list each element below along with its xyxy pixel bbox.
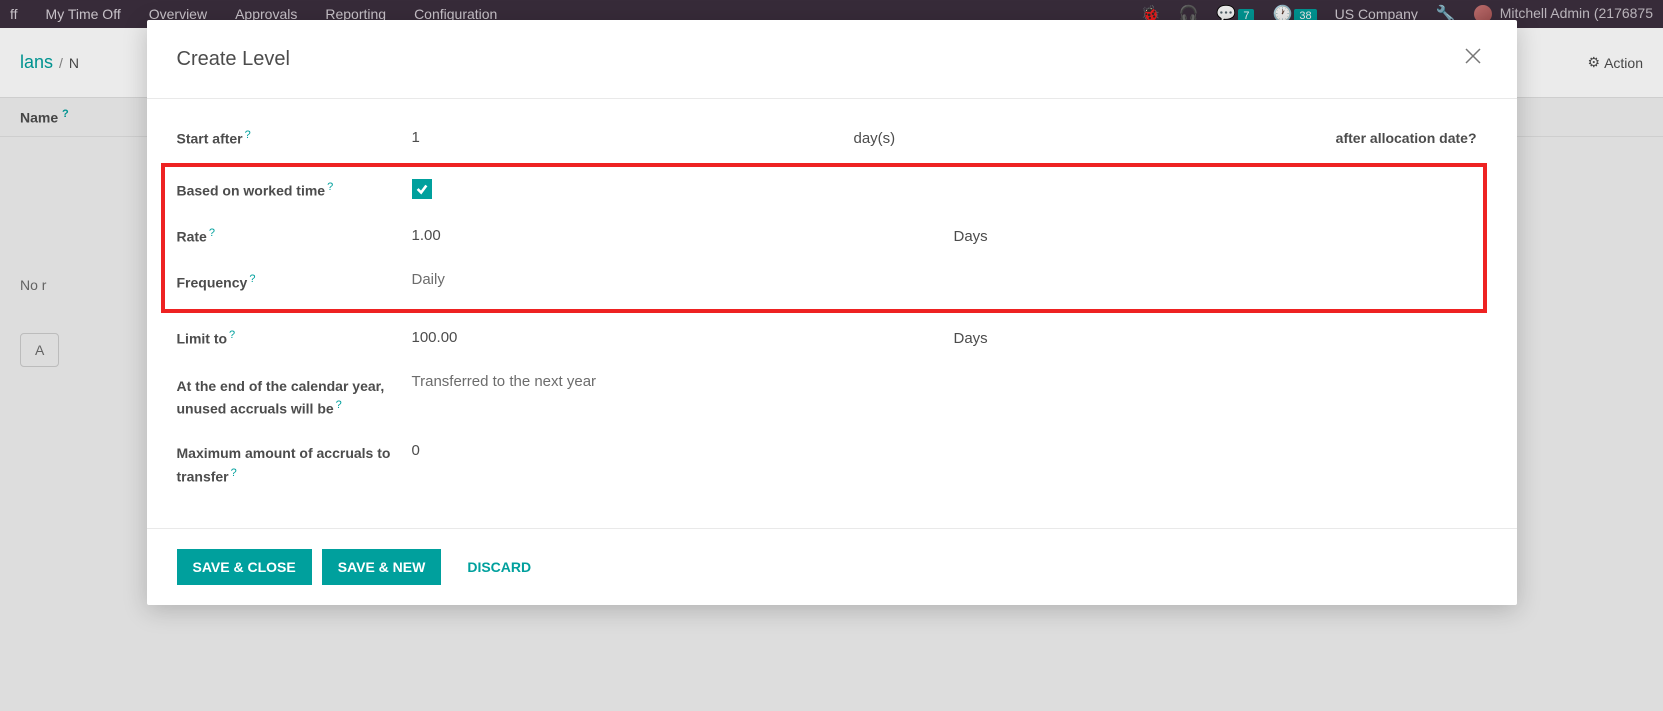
- save-close-button[interactable]: Save & Close: [177, 549, 312, 585]
- help-icon[interactable]: ?: [229, 329, 235, 341]
- rate-input[interactable]: [412, 225, 942, 247]
- modal-header: Create Level: [147, 20, 1517, 99]
- close-button[interactable]: [1459, 42, 1487, 76]
- worked-time-value: [412, 179, 1483, 199]
- limit-label-text: Limit to: [177, 331, 228, 347]
- help-icon[interactable]: ?: [1468, 130, 1477, 146]
- worked-time-label-text: Based on worked time: [177, 183, 326, 199]
- help-icon[interactable]: ?: [249, 273, 255, 285]
- max-transfer-label-text: Maximum amount of accruals to transfer: [177, 445, 391, 484]
- max-transfer-label: Maximum amount of accruals to transfer?: [177, 440, 412, 487]
- close-icon: [1463, 46, 1483, 66]
- create-level-modal: Create Level Start after? day(s) after a…: [147, 20, 1517, 605]
- start-after-label-text: Start after: [177, 131, 243, 147]
- year-end-row: At the end of the calendar year, unused …: [177, 363, 1487, 430]
- start-after-row: Start after? day(s) after allocation dat…: [177, 117, 1487, 163]
- help-icon[interactable]: ?: [245, 129, 251, 141]
- modal-overlay: Create Level Start after? day(s) after a…: [0, 0, 1663, 711]
- help-icon[interactable]: ?: [209, 227, 215, 239]
- rate-value-group: Days: [412, 225, 1483, 247]
- limit-input[interactable]: [412, 327, 942, 349]
- help-icon[interactable]: ?: [327, 181, 333, 193]
- rate-label-text: Rate: [177, 229, 207, 245]
- worked-time-checkbox[interactable]: [412, 179, 432, 199]
- modal-title: Create Level: [177, 48, 290, 71]
- worked-time-row: Based on worked time?: [177, 169, 1483, 215]
- help-icon[interactable]: ?: [231, 467, 237, 479]
- after-allocation-label: after allocation date?: [1336, 130, 1487, 146]
- start-after-input[interactable]: [412, 127, 842, 149]
- max-transfer-value: [412, 440, 1487, 462]
- frequency-label-text: Frequency: [177, 275, 248, 291]
- frequency-row: Frequency? Daily: [177, 261, 1483, 307]
- year-end-label-text: At the end of the calendar year, unused …: [177, 378, 385, 417]
- start-after-unit[interactable]: day(s): [854, 130, 1294, 147]
- highlight-box: Based on worked time? Rate?: [161, 163, 1487, 313]
- worked-time-label: Based on worked time?: [177, 179, 412, 199]
- limit-row: Limit to? Days: [177, 317, 1487, 363]
- start-after-value-group: day(s) after allocation date?: [412, 127, 1487, 149]
- max-transfer-input[interactable]: [412, 440, 842, 462]
- max-transfer-row: Maximum amount of accruals to transfer?: [177, 430, 1487, 497]
- limit-unit[interactable]: Days: [954, 330, 1487, 347]
- rate-unit[interactable]: Days: [954, 228, 1483, 245]
- frequency-select[interactable]: Daily: [412, 271, 445, 288]
- check-icon: [415, 182, 429, 196]
- frequency-label: Frequency?: [177, 271, 412, 291]
- modal-body: Start after? day(s) after allocation dat…: [147, 99, 1517, 528]
- help-icon[interactable]: ?: [336, 399, 342, 411]
- save-new-button[interactable]: Save & New: [322, 549, 442, 585]
- year-end-value: Transferred to the next year: [412, 373, 1487, 390]
- year-end-select[interactable]: Transferred to the next year: [412, 373, 597, 390]
- discard-button[interactable]: Discard: [451, 549, 547, 585]
- frequency-value: Daily: [412, 271, 1483, 288]
- limit-value-group: Days: [412, 327, 1487, 349]
- modal-footer: Save & Close Save & New Discard: [147, 528, 1517, 605]
- start-after-label: Start after?: [177, 127, 412, 147]
- year-end-label: At the end of the calendar year, unused …: [177, 373, 412, 420]
- limit-label: Limit to?: [177, 327, 412, 347]
- after-allocation-text: after allocation date: [1336, 130, 1468, 146]
- rate-row: Rate? Days: [177, 215, 1483, 261]
- rate-label: Rate?: [177, 225, 412, 245]
